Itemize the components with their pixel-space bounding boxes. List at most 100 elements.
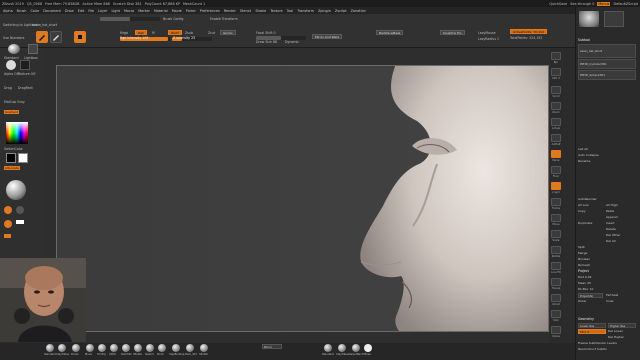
reconstruct-subdiv-button[interactable]: Reconstruct Subdiv [578,347,607,351]
merge-button[interactable]: Merge [578,251,587,255]
project-section[interactable]: Project [578,269,589,273]
geometry-section[interactable]: Geometry [578,317,594,321]
move-mode-button[interactable] [74,31,86,43]
selectrect-brush-icon[interactable] [352,344,360,352]
freeze-subdiv-button[interactable]: Freeze SubDivision Levels [578,341,617,345]
all-low-button[interactable]: All Low [578,203,589,207]
menu-preferences[interactable]: Preferences [200,9,220,13]
paste-button[interactable]: Paste [606,209,614,213]
mrgb-label[interactable]: Mrgb [120,31,128,35]
menu-stencil[interactable]: Stencil [240,9,251,13]
damstd-brush-icon[interactable] [122,344,130,352]
menu-macro[interactable]: Macro [124,9,134,13]
menu-zplugin[interactable]: Zplugin [318,9,331,13]
zadd-toggle[interactable]: Zadd [168,30,182,35]
del-other-button[interactable]: Del Other [606,233,620,237]
remesh-button[interactable]: Remesh [578,263,590,267]
rename-button[interactable]: Rename [578,159,590,163]
draw-mode-button[interactable] [50,31,62,43]
outer-button[interactable]: Outer [578,299,587,303]
slash3-brush-icon[interactable] [146,344,154,352]
brush-config[interactable]: Brush Config [163,17,183,21]
m-label[interactable]: M [152,31,155,35]
claybuildup-brush-icon[interactable] [172,344,180,352]
menu-render[interactable]: Render [224,9,236,13]
stroke-icon[interactable] [28,44,38,54]
use-numbers[interactable]: Use Numbers [3,36,24,40]
switch-color-label[interactable]: SwitchColor [4,147,23,151]
lsym-button[interactable] [551,182,561,190]
menu-marker[interactable]: Marker [138,9,150,13]
dist-slider[interactable]: Dist 0.02 [578,275,592,279]
frame-button[interactable] [551,198,561,206]
xpose-quick-icon[interactable] [364,344,372,352]
sculpt-slider[interactable] [100,17,160,21]
split-button[interactable]: Split [578,245,585,249]
quicksave-button[interactable]: QuickSave [549,2,567,6]
rotate-view-button[interactable] [551,246,561,254]
menu-draw[interactable]: Draw [65,9,74,13]
trimdy-brush-icon[interactable] [98,344,106,352]
see-through-slider[interactable]: See-through 0 [570,2,594,6]
texture-icon[interactable] [20,60,30,70]
lower-res-button[interactable]: Lower Res [578,323,606,328]
tool-thumb-2-icon[interactable] [604,11,624,27]
del-higher-button[interactable]: Del Higher [608,335,624,339]
zoom-button[interactable] [551,102,561,110]
polish-brush-icon[interactable] [72,344,80,352]
color-picker[interactable] [6,122,28,144]
menu-alpha[interactable]: Alpha [3,9,13,13]
main-color-swatch[interactable] [6,153,16,163]
canvas-area[interactable] [44,48,550,343]
menus-button[interactable]: Menus [597,1,611,6]
stroke-label[interactable]: DragRect [18,86,33,90]
menu-texture[interactable]: Texture [270,9,282,13]
del-lower-button[interactable]: Del Lower [608,329,623,333]
pinch-brush-icon[interactable] [158,344,166,352]
ghost-button[interactable] [551,294,561,302]
sculptris-button[interactable]: Sculptris Pro [440,30,465,35]
actual-button[interactable] [551,118,561,126]
list-all-button[interactable]: List All [578,147,588,151]
standard-brush-icon[interactable] [8,44,20,54]
duplicate-button[interactable]: Duplicate [578,221,592,225]
menu-transform[interactable]: Transform [297,9,314,13]
menu-stroke[interactable]: Stroke [255,9,266,13]
alternate-toggle[interactable]: Alternate [4,166,20,170]
menu-layer[interactable]: Layer [98,9,107,13]
tool-thumb-icon[interactable] [579,11,599,27]
scroll-button[interactable] [551,86,561,94]
move-brush-icon[interactable] [86,344,94,352]
delete-button[interactable]: Delete [606,227,616,231]
subtool-item-1[interactable]: asian_hat_short [578,44,636,58]
mean-slider[interactable]: Mean 25 [578,281,591,285]
zcut-toggle[interactable]: Zcut [208,31,215,35]
lazyradius-slider[interactable]: LazyRadius 1 [478,37,499,41]
matcap-material-icon[interactable] [6,180,26,200]
hpolish2-brush-icon[interactable] [200,344,208,352]
insert-button[interactable]: Insert [606,221,615,225]
menu-zscript[interactable]: Zscript [335,9,347,13]
project-all-button[interactable]: ProjectAll [578,293,603,298]
dam-std-brush-icon[interactable] [186,344,194,352]
inner-button[interactable]: Inner [606,299,614,303]
dots-icon[interactable] [16,206,24,214]
solo-button[interactable] [551,310,561,318]
menu-material[interactable]: Material [154,9,168,13]
mirror-button[interactable]: Mirror [262,344,282,349]
dynamic-toggle[interactable]: Dynamic [285,40,299,44]
all-high-button[interactable]: All High [606,203,618,207]
inflat-brush-icon[interactable] [110,344,118,352]
menu-zonation[interactable]: Zonation [351,9,366,13]
menu-movie[interactable]: Movie [172,9,182,13]
zsub-toggle[interactable]: Zsub [185,31,193,35]
persp-button[interactable] [551,150,561,158]
standard-brush-icon[interactable] [46,344,54,352]
default-zscript-button[interactable]: DefaultZScript [613,2,638,6]
menu-color[interactable]: Color [30,9,39,13]
auto-collapse-button[interactable]: Auto Collapse [578,153,599,157]
menu-tool[interactable]: Tool [287,9,294,13]
subtool-item-3[interactable]: PM3D_Sphere3D1 [578,70,636,80]
linefill-button[interactable] [551,262,561,270]
boolean-button[interactable]: Boolean [578,257,590,261]
